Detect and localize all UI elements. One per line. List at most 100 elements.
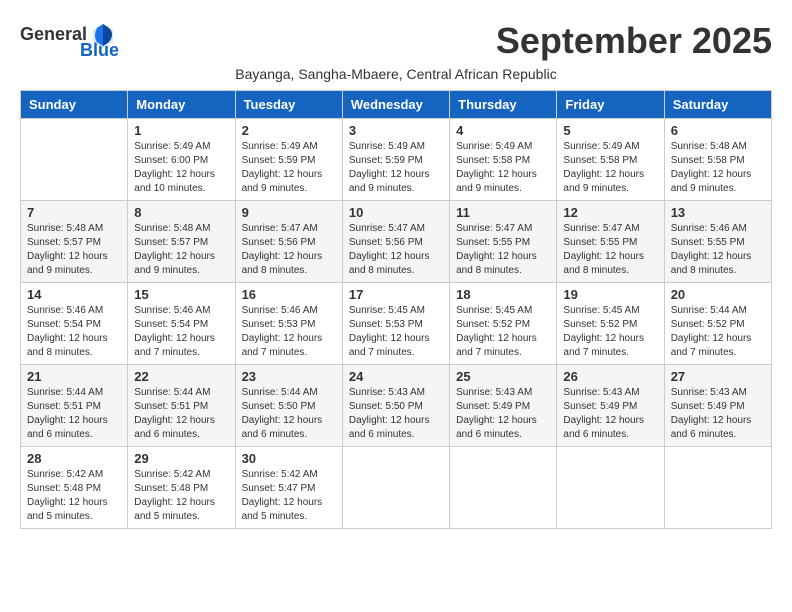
cell-content: Sunrise: 5:44 AM Sunset: 5:51 PM Dayligh… bbox=[27, 386, 121, 442]
calendar-cell: 22 Sunrise: 5:44 AM Sunset: 5:51 PM Dayli… bbox=[128, 365, 235, 447]
calendar-cell: 19 Sunrise: 5:45 AM Sunset: 5:52 PM Dayli… bbox=[557, 283, 664, 365]
cell-content: Sunrise: 5:42 AM Sunset: 5:47 PM Dayligh… bbox=[242, 468, 336, 524]
cell-content: Sunrise: 5:49 AM Sunset: 5:59 PM Dayligh… bbox=[349, 140, 443, 196]
cell-content: Sunrise: 5:47 AM Sunset: 5:55 PM Dayligh… bbox=[456, 222, 550, 278]
day-number: 4 bbox=[456, 123, 550, 138]
weekday-header-thursday: Thursday bbox=[450, 91, 557, 119]
calendar-cell: 21 Sunrise: 5:44 AM Sunset: 5:51 PM Dayli… bbox=[21, 365, 128, 447]
cell-content: Sunrise: 5:42 AM Sunset: 5:48 PM Dayligh… bbox=[134, 468, 228, 524]
cell-content: Sunrise: 5:44 AM Sunset: 5:52 PM Dayligh… bbox=[671, 304, 765, 360]
cell-content: Sunrise: 5:43 AM Sunset: 5:50 PM Dayligh… bbox=[349, 386, 443, 442]
calendar-table: SundayMondayTuesdayWednesdayThursdayFrid… bbox=[20, 90, 772, 529]
subtitle: Bayanga, Sangha-Mbaere, Central African … bbox=[20, 66, 772, 82]
calendar-cell bbox=[664, 447, 771, 529]
calendar-cell: 30 Sunrise: 5:42 AM Sunset: 5:47 PM Dayli… bbox=[235, 447, 342, 529]
cell-content: Sunrise: 5:45 AM Sunset: 5:52 PM Dayligh… bbox=[563, 304, 657, 360]
day-number: 24 bbox=[349, 369, 443, 384]
day-number: 28 bbox=[27, 451, 121, 466]
day-number: 8 bbox=[134, 205, 228, 220]
cell-content: Sunrise: 5:49 AM Sunset: 5:58 PM Dayligh… bbox=[456, 140, 550, 196]
cell-content: Sunrise: 5:48 AM Sunset: 5:58 PM Dayligh… bbox=[671, 140, 765, 196]
day-number: 11 bbox=[456, 205, 550, 220]
cell-content: Sunrise: 5:46 AM Sunset: 5:55 PM Dayligh… bbox=[671, 222, 765, 278]
calendar-cell: 4 Sunrise: 5:49 AM Sunset: 5:58 PM Daylig… bbox=[450, 119, 557, 201]
cell-content: Sunrise: 5:48 AM Sunset: 5:57 PM Dayligh… bbox=[27, 222, 121, 278]
calendar-cell: 6 Sunrise: 5:48 AM Sunset: 5:58 PM Daylig… bbox=[664, 119, 771, 201]
calendar-cell: 17 Sunrise: 5:45 AM Sunset: 5:53 PM Dayli… bbox=[342, 283, 449, 365]
day-number: 1 bbox=[134, 123, 228, 138]
logo-general: General bbox=[20, 24, 87, 45]
day-number: 3 bbox=[349, 123, 443, 138]
day-number: 29 bbox=[134, 451, 228, 466]
calendar-cell bbox=[450, 447, 557, 529]
day-number: 17 bbox=[349, 287, 443, 302]
day-number: 7 bbox=[27, 205, 121, 220]
calendar-cell: 13Sunrise: 5:46 AM Sunset: 5:55 PM Dayli… bbox=[664, 201, 771, 283]
calendar-cell: 29 Sunrise: 5:42 AM Sunset: 5:48 PM Dayli… bbox=[128, 447, 235, 529]
cell-content: Sunrise: 5:47 AM Sunset: 5:56 PM Dayligh… bbox=[242, 222, 336, 278]
day-number: 16 bbox=[242, 287, 336, 302]
day-number: 9 bbox=[242, 205, 336, 220]
weekday-header-wednesday: Wednesday bbox=[342, 91, 449, 119]
calendar-cell: 1 Sunrise: 5:49 AM Sunset: 6:00 PM Daylig… bbox=[128, 119, 235, 201]
weekday-header-monday: Monday bbox=[128, 91, 235, 119]
day-number: 15 bbox=[134, 287, 228, 302]
calendar-cell: 12Sunrise: 5:47 AM Sunset: 5:55 PM Dayli… bbox=[557, 201, 664, 283]
day-number: 27 bbox=[671, 369, 765, 384]
calendar-cell: 27 Sunrise: 5:43 AM Sunset: 5:49 PM Dayli… bbox=[664, 365, 771, 447]
day-number: 23 bbox=[242, 369, 336, 384]
day-number: 6 bbox=[671, 123, 765, 138]
calendar-cell: 5 Sunrise: 5:49 AM Sunset: 5:58 PM Daylig… bbox=[557, 119, 664, 201]
cell-content: Sunrise: 5:45 AM Sunset: 5:52 PM Dayligh… bbox=[456, 304, 550, 360]
cell-content: Sunrise: 5:44 AM Sunset: 5:51 PM Dayligh… bbox=[134, 386, 228, 442]
day-number: 22 bbox=[134, 369, 228, 384]
cell-content: Sunrise: 5:47 AM Sunset: 5:56 PM Dayligh… bbox=[349, 222, 443, 278]
calendar-cell: 20 Sunrise: 5:44 AM Sunset: 5:52 PM Dayli… bbox=[664, 283, 771, 365]
cell-content: Sunrise: 5:46 AM Sunset: 5:53 PM Dayligh… bbox=[242, 304, 336, 360]
cell-content: Sunrise: 5:49 AM Sunset: 5:59 PM Dayligh… bbox=[242, 140, 336, 196]
calendar-cell: 11 Sunrise: 5:47 AM Sunset: 5:55 PM Dayli… bbox=[450, 201, 557, 283]
calendar-cell: 2 Sunrise: 5:49 AM Sunset: 5:59 PM Daylig… bbox=[235, 119, 342, 201]
day-number: 10 bbox=[349, 205, 443, 220]
cell-content: Sunrise: 5:48 AM Sunset: 5:57 PM Dayligh… bbox=[134, 222, 228, 278]
day-number: 26 bbox=[563, 369, 657, 384]
cell-content: Sunrise: 5:43 AM Sunset: 5:49 PM Dayligh… bbox=[456, 386, 550, 442]
weekday-header-sunday: Sunday bbox=[21, 91, 128, 119]
calendar-cell: 8 Sunrise: 5:48 AM Sunset: 5:57 PM Daylig… bbox=[128, 201, 235, 283]
calendar-cell bbox=[557, 447, 664, 529]
calendar-cell: 25Sunrise: 5:43 AM Sunset: 5:49 PM Dayli… bbox=[450, 365, 557, 447]
calendar-cell: 15Sunrise: 5:46 AM Sunset: 5:54 PM Dayli… bbox=[128, 283, 235, 365]
calendar-cell: 26 Sunrise: 5:43 AM Sunset: 5:49 PM Dayli… bbox=[557, 365, 664, 447]
logo-blue: Blue bbox=[80, 40, 119, 61]
day-number: 12 bbox=[563, 205, 657, 220]
cell-content: Sunrise: 5:49 AM Sunset: 5:58 PM Dayligh… bbox=[563, 140, 657, 196]
weekday-header-friday: Friday bbox=[557, 91, 664, 119]
calendar-cell: 28 Sunrise: 5:42 AM Sunset: 5:48 PM Dayli… bbox=[21, 447, 128, 529]
calendar-cell: 10 Sunrise: 5:47 AM Sunset: 5:56 PM Dayli… bbox=[342, 201, 449, 283]
calendar-cell: 24 Sunrise: 5:43 AM Sunset: 5:50 PM Dayli… bbox=[342, 365, 449, 447]
day-number: 19 bbox=[563, 287, 657, 302]
day-number: 5 bbox=[563, 123, 657, 138]
calendar-cell: 23 Sunrise: 5:44 AM Sunset: 5:50 PM Dayli… bbox=[235, 365, 342, 447]
calendar-cell bbox=[342, 447, 449, 529]
logo: General Blue bbox=[20, 20, 119, 61]
calendar-cell: 9 Sunrise: 5:47 AM Sunset: 5:56 PM Daylig… bbox=[235, 201, 342, 283]
cell-content: Sunrise: 5:42 AM Sunset: 5:48 PM Dayligh… bbox=[27, 468, 121, 524]
cell-content: Sunrise: 5:43 AM Sunset: 5:49 PM Dayligh… bbox=[671, 386, 765, 442]
cell-content: Sunrise: 5:45 AM Sunset: 5:53 PM Dayligh… bbox=[349, 304, 443, 360]
cell-content: Sunrise: 5:49 AM Sunset: 6:00 PM Dayligh… bbox=[134, 140, 228, 196]
calendar-cell: 3 Sunrise: 5:49 AM Sunset: 5:59 PM Daylig… bbox=[342, 119, 449, 201]
cell-content: Sunrise: 5:44 AM Sunset: 5:50 PM Dayligh… bbox=[242, 386, 336, 442]
weekday-header-saturday: Saturday bbox=[664, 91, 771, 119]
page-header: General Blue September 2025 bbox=[20, 20, 772, 62]
calendar-cell: 7 Sunrise: 5:48 AM Sunset: 5:57 PM Daylig… bbox=[21, 201, 128, 283]
day-number: 21 bbox=[27, 369, 121, 384]
day-number: 30 bbox=[242, 451, 336, 466]
cell-content: Sunrise: 5:43 AM Sunset: 5:49 PM Dayligh… bbox=[563, 386, 657, 442]
calendar-cell bbox=[21, 119, 128, 201]
calendar-cell: 18Sunrise: 5:45 AM Sunset: 5:52 PM Dayli… bbox=[450, 283, 557, 365]
day-number: 20 bbox=[671, 287, 765, 302]
day-number: 2 bbox=[242, 123, 336, 138]
weekday-header-tuesday: Tuesday bbox=[235, 91, 342, 119]
calendar-cell: 16 Sunrise: 5:46 AM Sunset: 5:53 PM Dayli… bbox=[235, 283, 342, 365]
